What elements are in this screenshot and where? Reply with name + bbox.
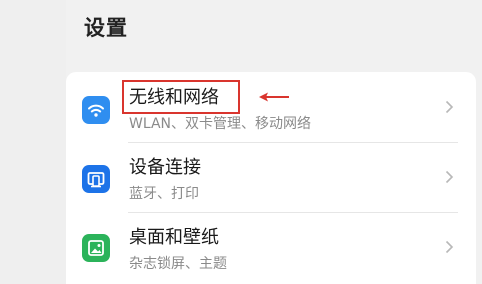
chevron-right-icon xyxy=(445,100,454,114)
settings-item-label: 设备连接 xyxy=(129,157,201,178)
arrow-left-icon xyxy=(258,90,290,104)
settings-item-subtitle: 蓝牙、打印 xyxy=(129,186,199,202)
settings-item-subtitle: 杂志锁屏、主题 xyxy=(129,256,227,272)
left-gutter xyxy=(0,0,66,284)
chevron-right-icon xyxy=(445,240,454,254)
page-title: 设置 xyxy=(84,16,128,40)
chevron-right-icon xyxy=(445,170,454,184)
wifi-icon xyxy=(82,96,110,124)
settings-item-subtitle: WLAN、双卡管理、移动网络 xyxy=(129,116,312,132)
device-connection-icon xyxy=(82,165,110,193)
highlight-annotation-box xyxy=(122,80,240,114)
settings-item-desktop-wallpaper[interactable]: 桌面和壁纸 杂志锁屏、主题 xyxy=(66,212,476,282)
settings-item-label: 桌面和壁纸 xyxy=(129,227,219,248)
settings-item-device-connection[interactable]: 设备连接 蓝牙、打印 xyxy=(66,142,476,212)
wallpaper-icon xyxy=(82,234,110,262)
